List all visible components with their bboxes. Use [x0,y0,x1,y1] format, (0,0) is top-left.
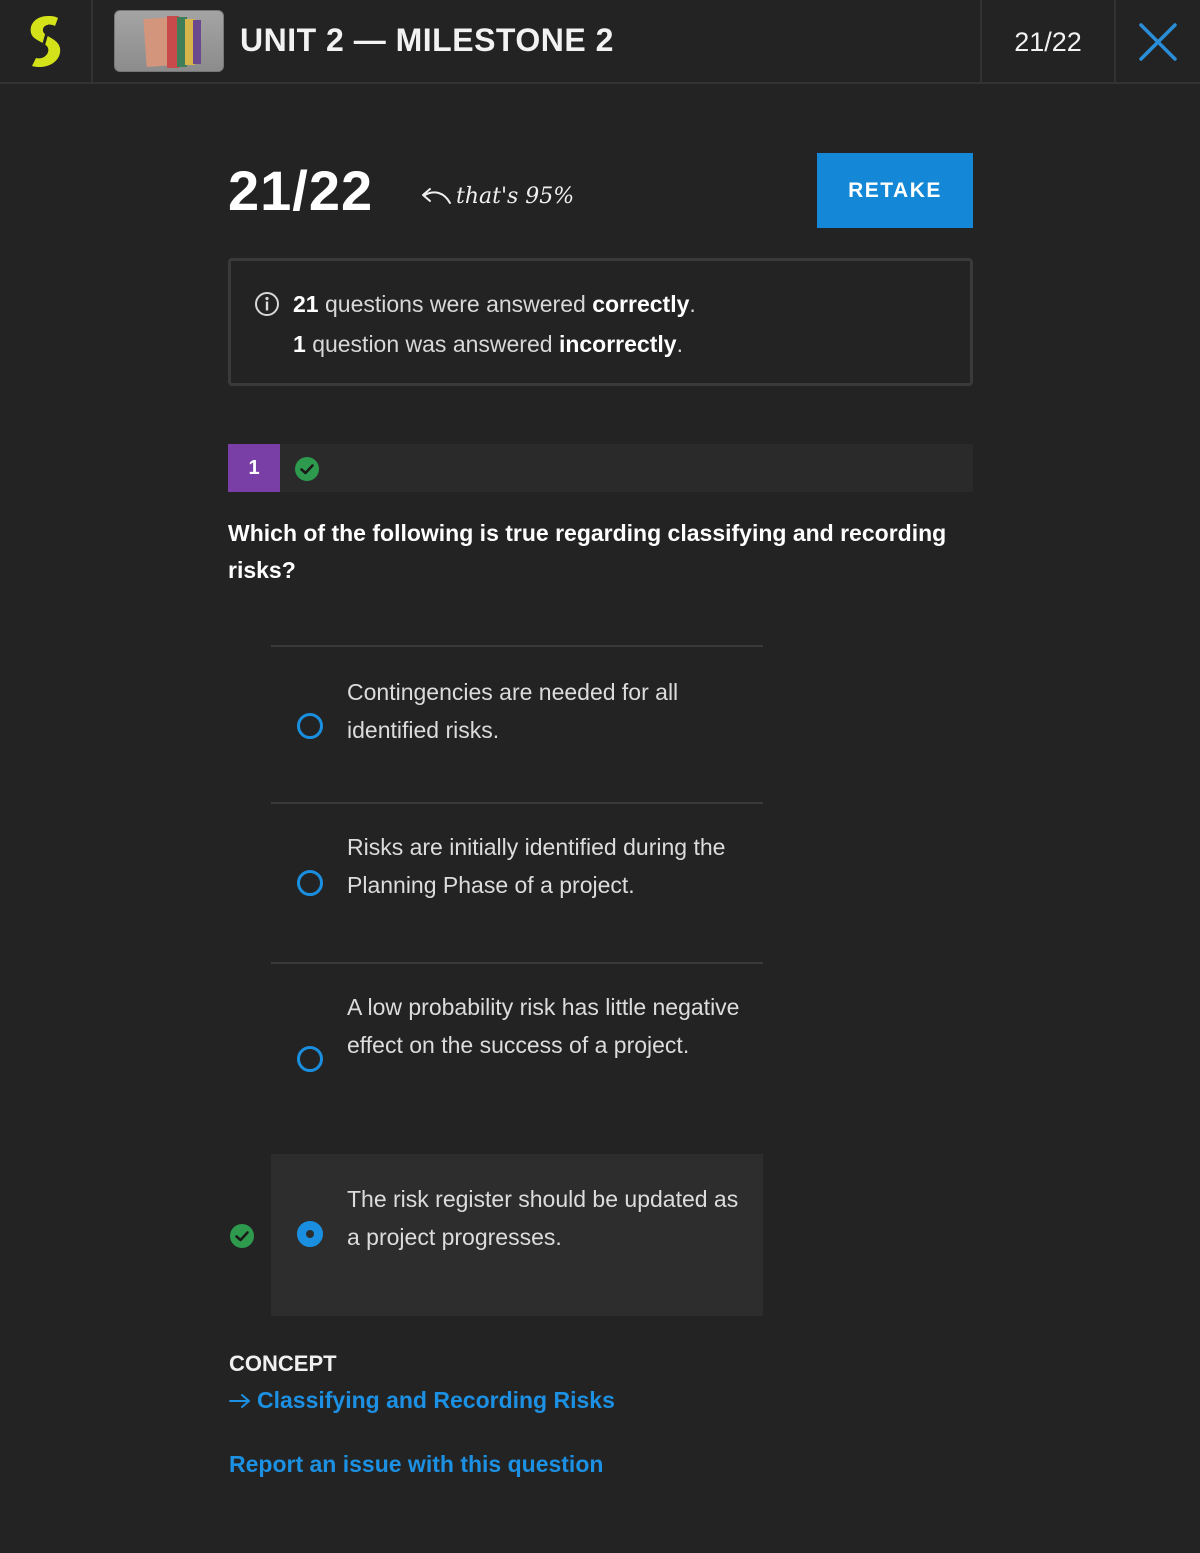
answer-text: The risk register should be updated as a… [347,1186,739,1250]
correct-word: correctly [592,291,690,317]
question-header: 1 [228,444,973,492]
question-text: Which of the following is true regarding… [228,520,947,583]
score-note: that's 95% [420,184,574,209]
curved-arrow-left-icon [422,187,451,204]
logo-cell[interactable] [0,0,93,82]
radio-button[interactable] [297,1046,323,1072]
answer-text: Risks are initially identified during th… [347,834,726,898]
incorrect-summary-line: 1 question was answered incorrectly. [293,331,683,358]
radio-button[interactable] [297,713,323,739]
score-value: 21/22 [228,159,374,222]
radio-button[interactable] [297,870,323,896]
info-icon [255,292,279,316]
results-summary: 21 questions were answered correctly. 1 … [228,258,973,386]
page-title: UNIT 2 — MILESTONE 2 [240,22,614,58]
course-thumbnail-image [114,10,224,72]
answer-text: A low probability risk has little negati… [347,994,740,1058]
answer-text: Contingencies are needed for all identif… [347,679,679,743]
answer-choice-selected[interactable]: The risk register should be updated as a… [271,1154,763,1316]
answer-choices: Contingencies are needed for all identif… [271,645,763,1316]
report-issue-link[interactable]: Report an issue with this question [229,1451,603,1478]
correct-summary-line: 21 questions were answered correctly. [293,291,696,318]
answer-choice[interactable]: Risks are initially identified during th… [271,802,763,962]
period: . [689,291,696,317]
incorrect-word: incorrectly [558,331,677,357]
retake-button[interactable]: RETAKE [817,153,973,228]
correct-check-icon [295,457,319,481]
sophia-logo-icon[interactable] [24,14,68,68]
period: . [676,331,683,357]
concept-link[interactable]: Classifying and Recording Risks [229,1387,615,1414]
correct-count: 21 [293,291,319,317]
header-right: 21/22 [980,0,1200,84]
incorrect-text: question was answered [312,331,553,357]
close-button[interactable] [1116,0,1200,84]
question-number-badge: 1 [228,444,280,492]
answer-choice[interactable]: A low probability risk has little negati… [271,962,763,1154]
concept-label: CONCEPT [229,1351,337,1376]
radio-button-selected[interactable] [297,1221,323,1247]
close-icon[interactable] [1138,22,1178,62]
top-bar: UNIT 2 — MILESTONE 2 21/22 [0,0,1200,84]
concept-link-text[interactable]: Classifying and Recording Risks [257,1387,615,1414]
incorrect-count: 1 [293,331,306,357]
progress-counter: 21/22 [980,0,1116,84]
score-percent-note: that's 95% [456,184,575,209]
correct-text: questions were answered [324,291,586,317]
arrow-right-icon [229,1393,250,1408]
correct-answer-check-icon [230,1224,254,1248]
answer-choice[interactable]: Contingencies are needed for all identif… [271,645,763,802]
